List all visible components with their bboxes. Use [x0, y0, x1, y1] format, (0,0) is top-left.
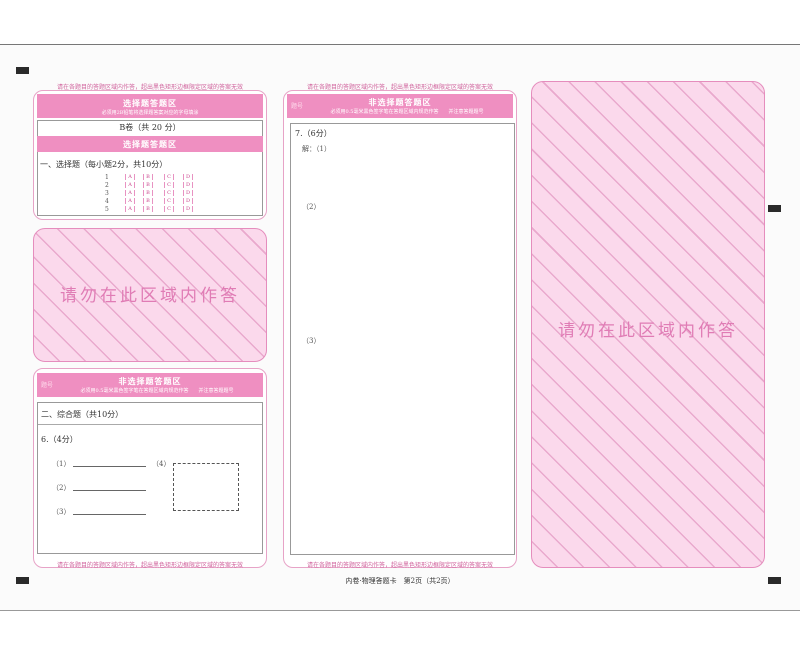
q6-item-4-label: （4） — [152, 460, 171, 468]
option-b-bubble[interactable]: B — [143, 182, 153, 188]
option-a-bubble[interactable]: A — [125, 206, 135, 212]
option-b-bubble[interactable]: B — [143, 206, 153, 212]
option-c-bubble[interactable]: C — [164, 190, 174, 196]
question-six-label: 6.（4分） — [41, 435, 78, 444]
choice-section-subtitle: 必须用2B铅笔将选择题答案对应的字母填涂 — [101, 110, 199, 116]
no-answer-zone-right: 请勿在此区域内作答 — [531, 81, 765, 568]
non-choice-mid-title: 非选择题答题区 — [368, 97, 432, 107]
registration-mark-right-upper — [768, 205, 781, 212]
choice-section-header: 选择题答题区 必须用2B铅笔将选择题答案对应的字母填涂 — [37, 94, 263, 118]
q6-item-3-label: （3） — [52, 508, 71, 516]
section-two-heading: 二、综合题（共10分） — [41, 410, 124, 419]
non-choice-mid-answer-box[interactable] — [290, 123, 515, 555]
no-answer-text-right: 请勿在此区域内作答 — [558, 321, 738, 341]
q6-item-3-line[interactable] — [73, 514, 146, 515]
option-c-bubble[interactable]: C — [164, 206, 174, 212]
option-c-bubble[interactable]: C — [164, 174, 174, 180]
option-d-bubble[interactable]: D — [183, 198, 193, 204]
choice-row-number: 2 — [105, 182, 109, 189]
q6-item-1-line[interactable] — [73, 466, 146, 467]
choice-question-heading: 一、选择题（每小题2分，共10分） — [40, 160, 168, 169]
question-number-label: 题号 — [41, 382, 54, 389]
choice-row-number: 4 — [105, 198, 109, 205]
bottom-warning-mid: 请在各题目的答题区域内作答，超出黑色矩形边框限定区域的答案无效 — [306, 562, 493, 569]
option-c-bubble[interactable]: C — [164, 198, 174, 204]
registration-mark-top-left — [16, 67, 29, 74]
no-answer-text-left: 请勿在此区域内作答 — [60, 286, 240, 306]
q7-answer-prefix: 解：（1） — [302, 145, 331, 153]
q6-item-2-label: （2） — [52, 484, 71, 492]
non-choice-left-subtitle: 必须用0.5毫米黑色签字笔在答题区域内规范作答 并注意答题题号 — [80, 388, 234, 394]
bottom-warning-left: 请在各题目的答题区域内作答，超出黑色矩形边框限定区域的答案无效 — [56, 562, 243, 569]
option-c-bubble[interactable]: C — [164, 182, 174, 188]
volume-label: B卷（共 20 分） — [119, 123, 181, 132]
non-choice-left-title: 非选择题答题区 — [118, 376, 182, 386]
q6-item-1-label: （1） — [52, 460, 71, 468]
option-a-bubble[interactable]: A — [125, 198, 135, 204]
choice-row-number: 3 — [105, 190, 109, 197]
question-number-label: 题号 — [291, 103, 304, 110]
choice-row-number: 1 — [105, 174, 109, 181]
option-d-bubble[interactable]: D — [183, 206, 193, 212]
option-b-bubble[interactable]: B — [143, 198, 153, 204]
option-a-bubble[interactable]: A — [125, 190, 135, 196]
no-answer-zone-left: 请勿在此区域内作答 — [33, 228, 267, 362]
q6-item-4-drawing-box[interactable] — [173, 463, 239, 511]
non-choice-mid-subtitle: 必须用0.5毫米黑色签字笔在答题区域内规范作答 并注意答题题号 — [330, 109, 484, 115]
q7-item-3-label: （3） — [302, 337, 321, 345]
option-b-bubble[interactable]: B — [143, 190, 153, 196]
option-d-bubble[interactable]: D — [183, 174, 193, 180]
non-choice-mid-header: 题号 非选择题答题区 必须用0.5毫米黑色签字笔在答题区域内规范作答 并注意答题… — [287, 94, 513, 118]
option-d-bubble[interactable]: D — [183, 182, 193, 188]
option-a-bubble[interactable]: A — [125, 174, 135, 180]
page-footer: 内卷·物理答题卡 第2页（共2页） — [345, 577, 455, 585]
choice-row-number: 5 — [105, 206, 109, 213]
non-choice-left-header: 题号 非选择题答题区 必须用0.5毫米黑色签字笔在答题区域内规范作答 并注意答题… — [37, 373, 263, 397]
option-b-bubble[interactable]: B — [143, 174, 153, 180]
choice-sub-bar-title: 选择题答题区 — [123, 139, 177, 149]
q7-item-2-label: （2） — [302, 203, 321, 211]
choice-sub-bar: 选择题答题区 — [37, 136, 263, 152]
question-seven-label: 7.（6分） — [295, 129, 332, 138]
option-d-bubble[interactable]: D — [183, 190, 193, 196]
q6-item-2-line[interactable] — [73, 490, 146, 491]
choice-section-title: 选择题答题区 — [123, 98, 177, 108]
section-heading-divider — [38, 424, 262, 425]
option-a-bubble[interactable]: A — [125, 182, 135, 188]
